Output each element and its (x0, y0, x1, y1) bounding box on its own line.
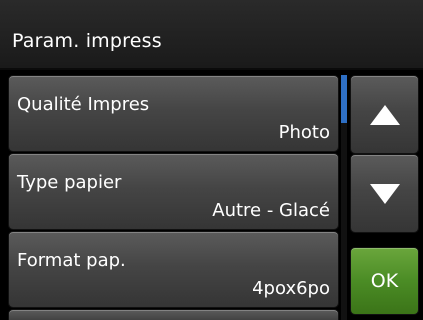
setting-label: Type papier (17, 172, 122, 193)
printer-lcd-screen: Param. impress Qualité Impres Photo Type… (0, 0, 423, 320)
setting-item-print-quality[interactable]: Qualité Impres Photo (9, 76, 338, 151)
setting-label: Qualité Impres (17, 94, 150, 115)
scrollbar-thumb[interactable] (341, 75, 347, 123)
scroll-down-button[interactable] (351, 155, 418, 232)
ok-button-label: OK (370, 270, 399, 292)
setting-value: 4pox6po (252, 278, 330, 299)
settings-list: Qualité Impres Photo Type papier Autre -… (0, 70, 342, 320)
ok-button[interactable]: OK (351, 248, 418, 314)
triangle-down-icon (370, 184, 400, 204)
triangle-up-icon (370, 105, 400, 125)
setting-label: Format pap. (17, 250, 126, 271)
setting-item-paper-type[interactable]: Type papier Autre - Glacé (9, 154, 338, 229)
scrollbar[interactable] (341, 75, 347, 320)
setting-item-paper-size[interactable]: Format pap. 4pox6po (9, 232, 338, 307)
setting-value: Photo (278, 122, 330, 143)
scroll-up-button[interactable] (351, 76, 418, 153)
page-title: Param. impress (12, 30, 162, 52)
setting-item-partial[interactable] (9, 310, 338, 320)
setting-value: Autre - Glacé (212, 200, 330, 221)
header-bar: Param. impress (0, 0, 423, 70)
